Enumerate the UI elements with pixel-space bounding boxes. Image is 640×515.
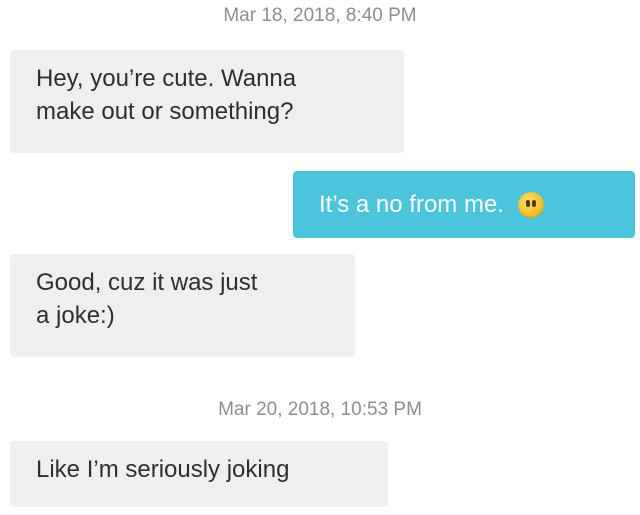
message-line: Hey, you’re cute. Wanna <box>36 65 297 92</box>
message-line: Good, cuz it was just <box>36 269 258 296</box>
incoming-message-bubble[interactable]: Hey, you’re cute. Wanna make out or some… <box>10 50 404 153</box>
timestamp: Mar 18, 2018, 8:40 PM <box>223 5 417 26</box>
incoming-message-bubble[interactable]: Good, cuz it was just a joke:) <box>10 254 355 357</box>
timestamp: Mar 20, 2018, 10:53 PM <box>218 399 422 420</box>
message-text: It’s a no from me. <box>319 191 504 218</box>
chat-thread: Mar 18, 2018, 8:40 PM Hey, you’re cute. … <box>0 0 640 515</box>
face-without-mouth-emoji-icon <box>517 191 544 218</box>
incoming-message-bubble[interactable]: Like I’m seriously joking <box>10 441 388 507</box>
message-line: make out or something? <box>36 98 294 125</box>
message-line: Like I’m seriously joking <box>36 456 290 483</box>
message-line: a joke:) <box>36 302 115 329</box>
outgoing-message-bubble[interactable]: It’s a no from me. <box>293 171 635 238</box>
